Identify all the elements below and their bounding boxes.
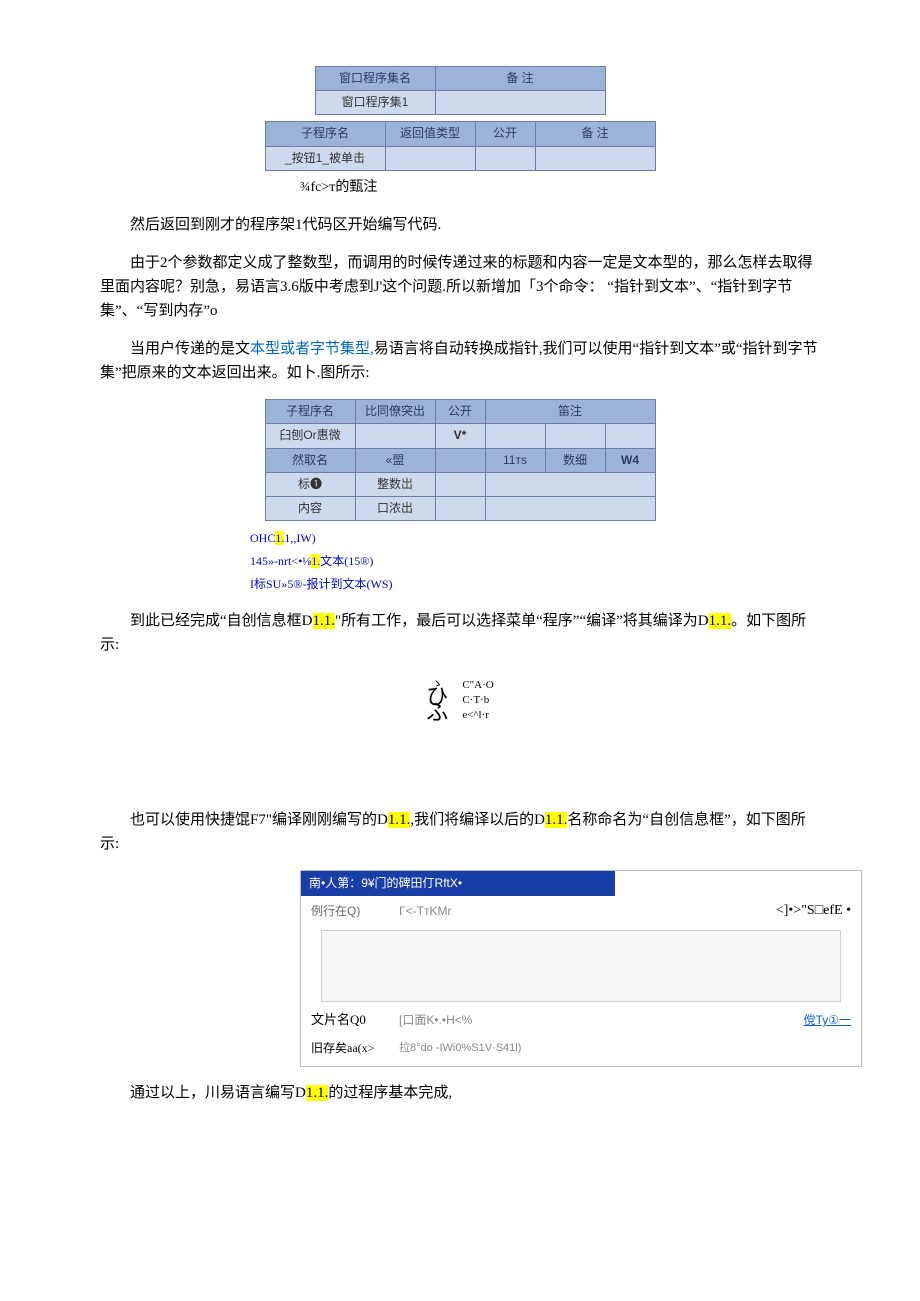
cl2a: 145»-nrt<•⅛ bbox=[250, 554, 311, 568]
r1c2 bbox=[355, 424, 435, 448]
cl1a: OHC bbox=[250, 531, 275, 545]
r1c1: 臼刨Or惠微 bbox=[265, 424, 355, 448]
save-dialog: 南•人第：9¥门的碑田仃RftX• 例行在Q) Γ<-TтKMr <]•>"S□… bbox=[300, 870, 862, 1068]
figure-program-set-table: 窗口程序集名 备 注 窗口程序集1 子程序名 返回值类型 公开 备 注 _按钮1… bbox=[100, 66, 820, 199]
r2c2: «盟 bbox=[355, 448, 435, 472]
value-filename: [口面K•.•H<% bbox=[399, 1011, 472, 1030]
th-public: 公开 bbox=[475, 122, 535, 146]
td-empty1 bbox=[385, 146, 475, 170]
label-type: 旧存矣aa(x> bbox=[311, 1039, 381, 1058]
p6a: 通过以上，川易语言编写D bbox=[130, 1085, 306, 1101]
label-filename: 文片名Q0 bbox=[311, 1010, 381, 1031]
th2-subprog: 子程序名 bbox=[265, 400, 355, 424]
label-look-in: 例行在Q) bbox=[311, 902, 381, 921]
code-line-3: I标SU»5®-报计到文本(WS) bbox=[250, 573, 820, 596]
p4d: 1.1. bbox=[709, 613, 732, 629]
r2c4: 11тs bbox=[485, 448, 545, 472]
link-type-text: 本型或者字节集型, bbox=[250, 341, 374, 357]
r4c2: 口浓出 bbox=[355, 496, 435, 520]
td-button-click: _按钮1_被单击 bbox=[265, 146, 385, 170]
figure-subprogram-table: 子程序名 比同僚突出 公开 笛注 臼刨Or惠微 V* 然取名 «盟 bbox=[100, 399, 820, 521]
td-progset-1: 窗口程序集1 bbox=[315, 91, 435, 115]
figure-save-dialog: 南•人第：9¥门的碑田仃RftX• 例行在Q) Γ<-TтKMr <]•>"S□… bbox=[100, 870, 820, 1068]
r2c6: W4 bbox=[605, 448, 655, 472]
para-4: 到此已经完成“自创信息框D1.1."所有工作，最后可以选择菜单“程序”“编译”将… bbox=[100, 609, 820, 657]
dialog-title: 南•人第：9¥门的碑田仃RftX• bbox=[301, 871, 615, 896]
r1c6 bbox=[605, 424, 655, 448]
r1c3: V* bbox=[435, 424, 485, 448]
file-list bbox=[321, 930, 841, 1002]
squiggles: ゝ ひ ふ bbox=[426, 681, 448, 719]
p6b: 1.1. bbox=[306, 1085, 329, 1101]
r1c4 bbox=[485, 424, 545, 448]
th2-public: 公开 bbox=[435, 400, 485, 424]
para-1: 然后返回到刚才的程序架1代码区开始编写代码. bbox=[100, 213, 820, 237]
program-set-table-sub: 子程序名 返回值类型 公开 备 注 _按钮1_被单击 bbox=[265, 121, 656, 170]
sq2: ふ bbox=[426, 705, 448, 720]
tl1: C"A·O bbox=[462, 678, 493, 693]
th-remark2: 备 注 bbox=[535, 122, 655, 146]
value-type: 拉8°do -IWi0%S1V·S41l) bbox=[399, 1040, 521, 1058]
p4a: 到此已经完成“自创信息框D bbox=[130, 613, 313, 629]
p6c: 的过程序基本完成, bbox=[328, 1085, 452, 1101]
th-progset-name: 窗口程序集名 bbox=[315, 67, 435, 91]
subprogram-table: 子程序名 比同僚突出 公开 笛注 臼刨Or惠微 V* 然取名 «盟 bbox=[265, 399, 656, 521]
cl2b: 1. bbox=[311, 554, 320, 568]
right-note: <]•>"S□efE • bbox=[776, 900, 851, 922]
cl1c: 1,,IW) bbox=[284, 531, 315, 545]
tl3: e<^l·r bbox=[462, 708, 493, 723]
cl1b: 1. bbox=[275, 531, 284, 545]
caption-1: ¾fc>т的甄注 bbox=[100, 177, 820, 199]
program-set-table-top: 窗口程序集名 备 注 窗口程序集1 bbox=[315, 66, 606, 115]
tiny-lines: C"A·O C·T·b e<^l·r bbox=[462, 678, 493, 724]
para-2: 由于2个参数都定义成了整数型，而调用的时候传递过来的标题和内容一定是文本型的，那… bbox=[100, 251, 820, 323]
r3c2: 整数岀 bbox=[355, 472, 435, 496]
tl2: C·T·b bbox=[462, 693, 493, 708]
r3c1: 标❶ bbox=[265, 472, 355, 496]
p5d: 1.1. bbox=[545, 812, 568, 828]
code-line-1: OHC1.1,,IW) bbox=[250, 527, 820, 550]
th2-remark: 笛注 bbox=[485, 400, 655, 424]
para-5: 也可以使用快捷馄F7"编译刚刚编写的D1.1.,我们将编译以后的D1.1.名称命… bbox=[100, 808, 820, 856]
r4c4 bbox=[485, 496, 655, 520]
td-empty2 bbox=[475, 146, 535, 170]
figure-cslashes: ゝ ひ ふ C"A·O C·T·b e<^l·r bbox=[100, 671, 820, 723]
th2-out: 比同僚突出 bbox=[355, 400, 435, 424]
r2c5: 数细 bbox=[545, 448, 605, 472]
th-subprog: 子程序名 bbox=[265, 122, 385, 146]
r3c3 bbox=[435, 472, 485, 496]
para-3: 当用户传递的是文本型或者字节集型,易语言将自动转换成指针,我们可以使用“指针到文… bbox=[100, 337, 820, 385]
r4c3 bbox=[435, 496, 485, 520]
r2c3 bbox=[435, 448, 485, 472]
p4b: 1.1. bbox=[313, 613, 336, 629]
r3c4 bbox=[485, 472, 655, 496]
th-remark: 备 注 bbox=[435, 67, 605, 91]
para-3a: 当用户传递的是文 bbox=[130, 341, 250, 357]
link-save: 傥Ty①一 bbox=[804, 1011, 851, 1030]
r2c1: 然取名 bbox=[265, 448, 355, 472]
p5c: ,我们将编译以后的D bbox=[410, 812, 545, 828]
p5a: 也可以使用快捷馄F7"编译刚刚编写的D bbox=[130, 812, 388, 828]
p5b: 1.1. bbox=[388, 812, 411, 828]
code-line-2: 145»-nrt<•⅛1.文本(15®) bbox=[250, 550, 820, 573]
r4c1: 内容 bbox=[265, 496, 355, 520]
td-empty3 bbox=[535, 146, 655, 170]
p4c: "所有工作，最后可以选择菜单“程序”“编译”将其编译为D bbox=[335, 613, 709, 629]
td-progset-remark bbox=[435, 91, 605, 115]
cl2c: 文本(15®) bbox=[320, 554, 373, 568]
para-6: 通过以上，川易语言编写D1.1.的过程序基本完成, bbox=[100, 1081, 820, 1105]
r1c5 bbox=[545, 424, 605, 448]
code-sample: OHC1.1,,IW) 145»-nrt<•⅛1.文本(15®) I标SU»5®… bbox=[100, 527, 820, 595]
th-return-type: 返回值类型 bbox=[385, 122, 475, 146]
value-look-in: Γ<-TтKMr bbox=[399, 902, 451, 921]
